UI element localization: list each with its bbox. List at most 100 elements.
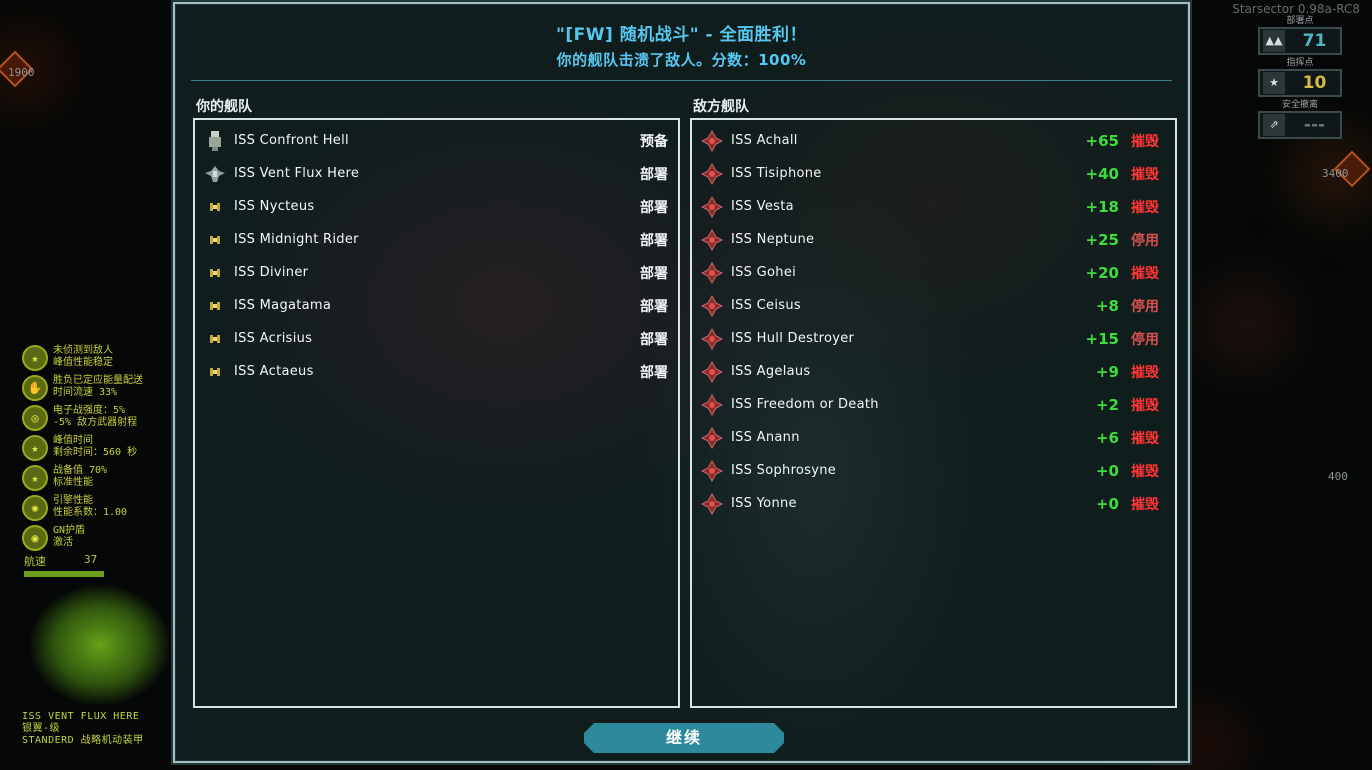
enemy-ship-row[interactable]: ISS Freedom or Death +2 摧毁 [692, 388, 1175, 421]
ship-status-hud: ★ 未侦测到敌人 峰值性能稳定 ✋ 胜负已定应能量配送 时间流速 33% ◎ 电子战… [22, 345, 192, 555]
deploy-status: 部署 [640, 265, 668, 282]
distance-readout: 400 [1328, 470, 1348, 483]
ship-name: ISS Anann [731, 430, 800, 445]
safe-withdraw-value: --- [1303, 115, 1326, 135]
outcome-status: 摧毁 [1131, 199, 1159, 216]
enemy-ship-row[interactable]: ISS Achall +65 摧毁 [692, 124, 1175, 157]
safe-withdraw-panel[interactable]: 安全撤离 ⇗ --- [1258, 100, 1342, 139]
deploy-status: 部署 [640, 232, 668, 249]
fighter-ship-icon [204, 262, 226, 284]
hud-line: 激活 [53, 537, 73, 548]
ship-name: ISS Confront Hell [234, 133, 349, 148]
outcome-status: 摧毁 [1131, 265, 1159, 282]
outcome-status: 摧毁 [1131, 133, 1159, 150]
divider [191, 80, 1172, 81]
station-ship-icon [204, 130, 226, 152]
player-fleet-label: 你的舰队 [196, 99, 252, 115]
outcome-status: 停用 [1131, 298, 1159, 315]
enemy-ship-row[interactable]: ISS Yonne +0 摧毁 [692, 487, 1175, 520]
score-points: +6 [1095, 428, 1119, 447]
outcome-status: 摧毁 [1131, 397, 1159, 414]
ship-name: ISS Freedom or Death [731, 397, 879, 412]
ship-name: ISS Sophrosyne [731, 463, 837, 478]
hand-icon: ✋ [22, 375, 48, 401]
ship-name: ISS Nycteus [234, 199, 315, 214]
player-ship-row[interactable]: ISS Diviner 部署 [195, 256, 678, 289]
hud-line: 胜负已定应能量配送 [53, 375, 143, 386]
enemy-ship-row[interactable]: ISS Agelaus +9 摧毁 [692, 355, 1175, 388]
star-icon: ★ [22, 345, 48, 371]
fighter-ship-icon [204, 328, 226, 350]
dialog-subtitle: 你的舰队击溃了敌人。分数：100% [556, 51, 807, 69]
battle-results-dialog: "[FW] 随机战斗" - 全面胜利！ 你的舰队击溃了敌人。分数：100% 你的… [173, 2, 1190, 763]
score-points: +25 [1085, 230, 1119, 249]
ship-name: ISS Tisiphone [731, 166, 822, 181]
fighter-ship-icon [204, 361, 226, 383]
ship-name: ISS Ceisus [731, 298, 801, 313]
enemy-ship-icon [701, 393, 723, 416]
enemy-ship-icon [701, 327, 723, 350]
enemy-ship-row[interactable]: ISS Anann +6 摧毁 [692, 421, 1175, 454]
ship-class: 银翼-级 [22, 723, 61, 734]
safe-withdraw-label: 安全撤离 [1281, 100, 1318, 110]
command-points-value: 10 [1302, 73, 1327, 93]
enemy-fleet-label: 敌方舰队 [693, 99, 749, 115]
score-points: +40 [1085, 164, 1119, 183]
outcome-status: 摧毁 [1131, 364, 1159, 381]
speed-bar [24, 571, 104, 577]
player-ship-row[interactable]: ISS Actaeus 部署 [195, 355, 678, 388]
enemy-ship-icon [701, 129, 723, 152]
enemy-ship-row[interactable]: ISS Tisiphone +40 摧毁 [692, 157, 1175, 190]
hud-line: GN护盾 [53, 525, 86, 536]
continue-button[interactable]: 继续 [584, 723, 784, 753]
ship-name: ISS Achall [731, 133, 798, 148]
enemy-ship-row[interactable]: ISS Gohei +20 摧毁 [692, 256, 1175, 289]
ship-name: ISS Magatama [234, 298, 332, 313]
player-ship-row[interactable]: ISS Acrisius 部署 [195, 322, 678, 355]
hud-line: 时间流速 33% [53, 387, 118, 398]
radar-icon: ◎ [22, 405, 48, 431]
star-icon: ★ [1263, 72, 1285, 94]
enemy-ship-row[interactable]: ISS Ceisus +8 停用 [692, 289, 1175, 322]
player-ship-row[interactable]: ISS Nycteus 部署 [195, 190, 678, 223]
ship-name: ISS Acrisius [234, 331, 313, 346]
ship-name: ISS Neptune [731, 232, 815, 247]
score-points: +0 [1095, 461, 1119, 480]
ship-variant: STANDERD 战略机动装甲 [22, 735, 144, 746]
player-ship-row[interactable]: ISS Magatama 部署 [195, 289, 678, 322]
ship-name: ISS VENT FLUX HERE [22, 711, 140, 722]
score-points: +9 [1095, 362, 1119, 381]
ship-name: ISS Vesta [731, 199, 794, 214]
hud-line: -5% 敌方武器射程 [53, 417, 138, 428]
ship-name: ISS Midnight Rider [234, 232, 359, 247]
shield-icon: ◉ [22, 525, 48, 551]
star-icon: ★ [22, 435, 48, 461]
outcome-status: 停用 [1131, 331, 1159, 348]
deploy-status: 部署 [640, 166, 668, 183]
fighter-ship-icon [204, 295, 226, 317]
fighter-ship-icon [204, 196, 226, 218]
speed-label: 航速 [24, 555, 46, 568]
withdraw-icon: ⇗ [1263, 114, 1285, 136]
enemy-ship-row[interactable]: ISS Sophrosyne +0 摧毁 [692, 454, 1175, 487]
cruiser-ship-icon [204, 163, 226, 185]
dialog-title: "[FW] 随机战斗" - 全面胜利！ [556, 25, 807, 45]
deploy-status: 部署 [640, 298, 668, 315]
enemy-ship-row[interactable]: ISS Hull Destroyer +15 停用 [692, 322, 1175, 355]
outcome-status: 摧毁 [1131, 463, 1159, 480]
player-ship-row[interactable]: ISS Confront Hell 预备 [195, 124, 678, 157]
enemy-ship-row[interactable]: ISS Vesta +18 摧毁 [692, 190, 1175, 223]
command-points-panel[interactable]: 指挥点 ★ 10 [1258, 58, 1342, 97]
enemy-ship-row[interactable]: ISS Neptune +25 停用 [692, 223, 1175, 256]
fleet-icon: ▲▲ [1263, 30, 1285, 52]
enemy-ship-icon [701, 294, 723, 317]
player-ship-row[interactable]: ISS Vent Flux Here 部署 [195, 157, 678, 190]
enemy-ship-icon [701, 360, 723, 383]
outcome-status: 摧毁 [1131, 430, 1159, 447]
player-ship-row[interactable]: ISS Midnight Rider 部署 [195, 223, 678, 256]
outcome-status: 摧毁 [1131, 166, 1159, 183]
ship-name: ISS Agelaus [731, 364, 811, 379]
hud-line: 未侦测到敌人 [53, 345, 113, 356]
hud-line: 引擎性能 [53, 495, 93, 506]
ship-name: ISS Diviner [234, 265, 309, 280]
